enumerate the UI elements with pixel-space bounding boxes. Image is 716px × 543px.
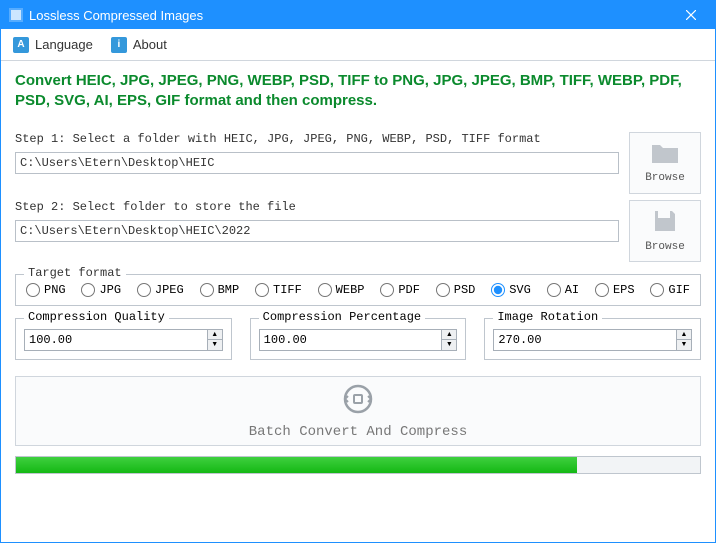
step1-browse-button[interactable]: Browse [629,132,701,194]
format-radio-webp[interactable] [318,283,332,297]
folder-icon [650,141,680,169]
format-option-png[interactable]: PNG [26,283,66,297]
step2-path-input[interactable] [15,220,619,242]
format-fieldset: Target format PNGJPGJPEGBMPTIFFWEBPPDFPS… [15,274,701,306]
format-label: EPS [613,283,635,297]
step2-browse-label: Browse [645,241,685,253]
app-icon [9,8,23,22]
format-option-gif[interactable]: GIF [650,283,690,297]
quality-down-button[interactable]: ▼ [207,339,223,351]
format-radio-ai[interactable] [547,283,561,297]
step1-label: Step 1: Select a folder with HEIC, JPG, … [15,132,619,146]
refresh-icon [340,381,376,422]
window-title: Lossless Compressed Images [29,8,203,23]
format-option-webp[interactable]: WEBP [318,283,365,297]
progress-bar [15,456,701,474]
percentage-group: Compression Percentage ▲▼ [250,318,467,360]
format-label: SVG [509,283,531,297]
format-option-pdf[interactable]: PDF [380,283,420,297]
headline: Convert HEIC, JPG, JPEG, PNG, WEBP, PSD,… [15,71,701,112]
format-option-psd[interactable]: PSD [436,283,476,297]
format-label: TIFF [273,283,302,297]
format-option-jpeg[interactable]: JPEG [137,283,184,297]
language-icon: A [13,37,29,53]
menu-about-label: About [133,37,167,52]
format-label: JPEG [155,283,184,297]
rotation-up-button[interactable]: ▲ [676,329,692,340]
percentage-down-button[interactable]: ▼ [441,339,457,351]
batch-convert-button[interactable]: Batch Convert And Compress [15,376,701,446]
format-label: PNG [44,283,66,297]
quality-legend: Compression Quality [24,310,169,324]
info-icon: i [111,37,127,53]
quality-up-button[interactable]: ▲ [207,329,223,340]
format-radio-svg[interactable] [491,283,505,297]
format-label: GIF [668,283,690,297]
format-label: PDF [398,283,420,297]
titlebar: Lossless Compressed Images [1,1,715,29]
format-option-ai[interactable]: AI [547,283,579,297]
format-radio-tiff[interactable] [255,283,269,297]
rotation-legend: Image Rotation [493,310,602,324]
save-icon [652,208,678,238]
format-option-tiff[interactable]: TIFF [255,283,302,297]
close-button[interactable] [671,1,711,29]
menu-about[interactable]: i About [111,37,167,53]
menu-language-label: Language [35,37,93,52]
format-radio-psd[interactable] [436,283,450,297]
batch-label: Batch Convert And Compress [249,424,467,440]
step2-browse-button[interactable]: Browse [629,200,701,262]
step1-browse-label: Browse [645,172,685,184]
format-radio-jpeg[interactable] [137,283,151,297]
format-label: WEBP [336,283,365,297]
format-option-svg[interactable]: SVG [491,283,531,297]
format-radio-jpg[interactable] [81,283,95,297]
format-label: JPG [99,283,121,297]
format-label: AI [565,283,579,297]
step2-label: Step 2: Select folder to store the file [15,200,619,214]
percentage-up-button[interactable]: ▲ [441,329,457,340]
format-radio-png[interactable] [26,283,40,297]
percentage-legend: Compression Percentage [259,310,425,324]
step1-path-input[interactable] [15,152,619,174]
format-option-jpg[interactable]: JPG [81,283,121,297]
quality-group: Compression Quality ▲▼ [15,318,232,360]
menu-language[interactable]: A Language [13,37,93,53]
format-radio-pdf[interactable] [380,283,394,297]
rotation-group: Image Rotation ▲▼ [484,318,701,360]
format-radio-eps[interactable] [595,283,609,297]
format-option-bmp[interactable]: BMP [200,283,240,297]
format-label: BMP [218,283,240,297]
rotation-input[interactable] [493,329,676,351]
format-legend: Target format [24,266,126,280]
menubar: A Language i About [1,29,715,61]
quality-input[interactable] [24,329,207,351]
format-radio-gif[interactable] [650,283,664,297]
format-option-eps[interactable]: EPS [595,283,635,297]
format-label: PSD [454,283,476,297]
rotation-down-button[interactable]: ▼ [676,339,692,351]
format-radio-bmp[interactable] [200,283,214,297]
percentage-input[interactable] [259,329,442,351]
